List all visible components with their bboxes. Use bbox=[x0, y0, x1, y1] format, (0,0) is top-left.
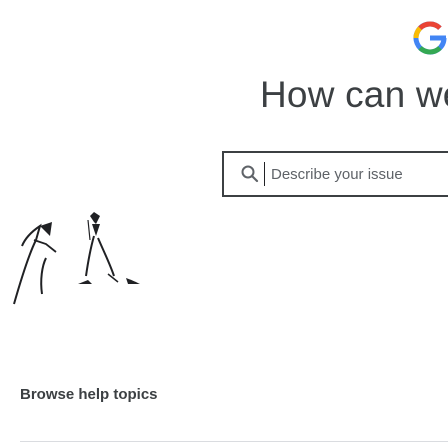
help-center-page: How can we Browse help topics bbox=[0, 0, 448, 448]
browse-help-topics-title: Browse help topics bbox=[20, 386, 158, 403]
divider bbox=[20, 441, 448, 442]
search-icon[interactable] bbox=[240, 164, 260, 184]
google-g-logo-icon bbox=[413, 21, 447, 55]
help-illustration bbox=[13, 212, 140, 305]
hero-title: How can we bbox=[260, 74, 448, 115]
search-box[interactable] bbox=[222, 151, 448, 197]
search-input[interactable] bbox=[264, 162, 448, 186]
